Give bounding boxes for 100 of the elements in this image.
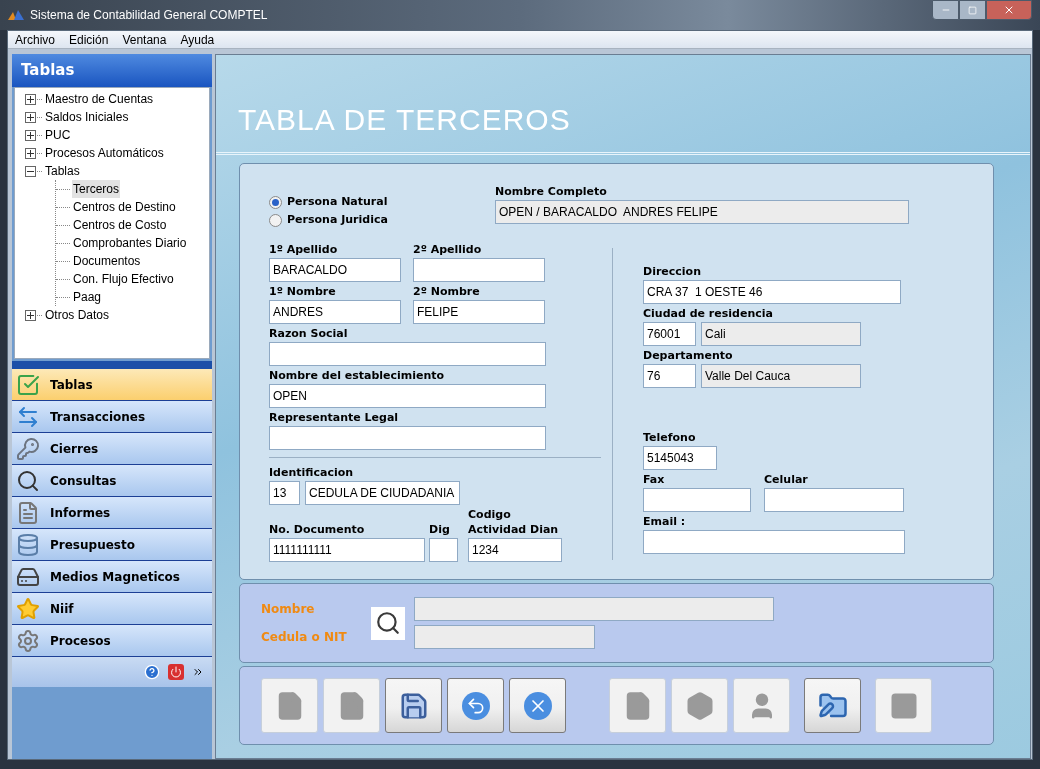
radio-icon[interactable] [269, 213, 282, 227]
menu-item[interactable]: Ayuda [180, 30, 215, 49]
search-field[interactable] [414, 625, 595, 649]
search-field[interactable] [414, 597, 774, 621]
toolbar-button[interactable] [509, 678, 566, 733]
field-label: 2º Apellido [413, 242, 483, 257]
text-field[interactable]: OPEN / BARACALDO ANDRES FELIPE [495, 200, 909, 224]
text-field[interactable] [269, 426, 546, 450]
text-field[interactable]: FELIPE [413, 300, 545, 324]
field-label: 1º Apellido [269, 242, 339, 257]
field-label: Direccion [643, 264, 702, 279]
sidebar-header: Tablas [12, 54, 212, 87]
field-label: Codigo Actividad Dian [468, 507, 560, 537]
text-field[interactable]: 76001 [643, 322, 696, 346]
nav-item[interactable]: Consultas [12, 465, 212, 497]
nav-item[interactable]: Procesos [12, 625, 212, 657]
field-label: Nombre Completo [495, 184, 608, 199]
text-field[interactable] [643, 488, 751, 512]
collapse-icon[interactable] [25, 165, 36, 177]
nav-item[interactable]: Medios Magneticos [12, 561, 212, 593]
search-button[interactable] [371, 606, 405, 640]
chevrons-icon[interactable] [192, 666, 204, 678]
expand-icon[interactable] [25, 111, 36, 123]
field-label: Dig [429, 522, 451, 537]
close-icon [523, 691, 552, 720]
nav-item[interactable]: Informes [12, 497, 212, 529]
tree-item[interactable]: Centros de Destino [72, 198, 177, 216]
tree-item[interactable]: Con. Flujo Efectivo [72, 270, 175, 288]
nav-item[interactable]: Tablas [12, 369, 212, 401]
radio-icon[interactable] [269, 195, 282, 209]
page-title: TABLA DE TERCEROS [238, 102, 572, 138]
star-icon [16, 596, 40, 621]
field-label: Email : [643, 514, 687, 529]
text-field[interactable] [643, 530, 905, 554]
text-field[interactable]: Cali [701, 322, 861, 346]
tree-item[interactable]: Maestro de Cuentas [44, 90, 155, 108]
magnifier-icon [16, 468, 40, 493]
field-label: Nombre del establecimiento [269, 368, 446, 383]
table-check-icon [16, 372, 40, 397]
nav-item[interactable]: Presupuesto [12, 529, 212, 561]
database-icon [16, 532, 40, 557]
text-field[interactable]: CEDULA DE CIUDADANIA [305, 481, 460, 505]
field-label: Razon Social [269, 326, 349, 341]
tree-item[interactable]: PUC [44, 126, 72, 144]
field-label: Celular [764, 472, 809, 487]
window-title: Sistema de Contabilidad General COMPTEL [30, 7, 268, 24]
help-icon[interactable] [144, 664, 160, 680]
search-label: Cedula o NIT [261, 629, 348, 646]
field-label: 1º Nombre [269, 284, 337, 299]
field-label: No. Documento [269, 522, 366, 537]
nav-item[interactable]: Cierres [12, 433, 212, 465]
text-field[interactable]: 76 [643, 364, 696, 388]
maximize-button[interactable] [959, 0, 986, 20]
tree-item[interactable]: Comprobantes Diario [72, 234, 188, 252]
tree-item[interactable]: Paag [72, 288, 103, 306]
text-field[interactable]: 13 [269, 481, 300, 505]
text-field[interactable]: ANDRES [269, 300, 401, 324]
tree-item[interactable]: Terceros [72, 180, 120, 198]
expand-icon[interactable] [25, 309, 36, 321]
menu-item[interactable]: Ventana [122, 30, 167, 49]
menu-item[interactable]: Edición [69, 30, 109, 49]
field-label: Ciudad de residencia [643, 306, 774, 321]
toolbar-button[interactable] [447, 678, 504, 733]
close-icon [1003, 4, 1015, 16]
text-field[interactable] [413, 258, 545, 282]
text-field[interactable]: OPEN [269, 384, 546, 408]
toolbar-button[interactable] [804, 678, 861, 733]
nav-item[interactable]: Niif [12, 593, 212, 625]
text-field[interactable]: 1111111111 [269, 538, 425, 562]
arrows-icon [16, 404, 40, 429]
field-label: Telefono [643, 430, 697, 445]
tree-item[interactable]: Tablas [44, 162, 81, 180]
expand-icon[interactable] [25, 93, 36, 105]
radio-option[interactable]: Persona Natural [269, 194, 495, 210]
toolbar-button[interactable] [385, 678, 442, 733]
text-field[interactable]: BARACALDO [269, 258, 401, 282]
field-label: 2º Nombre [413, 284, 481, 299]
field-label: Departamento [643, 348, 734, 363]
tree-item[interactable]: Saldos Iniciales [44, 108, 130, 126]
search-label: Nombre [261, 601, 316, 618]
radio-option[interactable]: Persona Juridica [269, 212, 495, 228]
menu-item[interactable]: Archivo [15, 30, 55, 49]
text-field[interactable]: CRA 37 1 OESTE 46 [643, 280, 901, 304]
text-field[interactable]: 1234 [468, 538, 562, 562]
expand-icon[interactable] [25, 147, 36, 159]
text-field[interactable] [269, 342, 546, 366]
tree-item[interactable]: Documentos [72, 252, 142, 270]
maximize-icon [968, 5, 977, 15]
power-icon[interactable] [168, 664, 184, 680]
text-field[interactable]: Valle Del Cauca [701, 364, 861, 388]
text-field[interactable]: 5145043 [643, 446, 717, 470]
tree-item[interactable]: Otros Datos [44, 306, 111, 324]
app-logo-icon [8, 10, 24, 20]
expand-icon[interactable] [25, 129, 36, 141]
text-field[interactable] [764, 488, 904, 512]
minimize-button[interactable] [932, 0, 959, 20]
text-field[interactable] [429, 538, 458, 562]
tree-item[interactable]: Centros de Costo [72, 216, 168, 234]
tree-item[interactable]: Procesos Automáticos [44, 144, 165, 162]
nav-item[interactable]: Transacciones [12, 401, 212, 433]
